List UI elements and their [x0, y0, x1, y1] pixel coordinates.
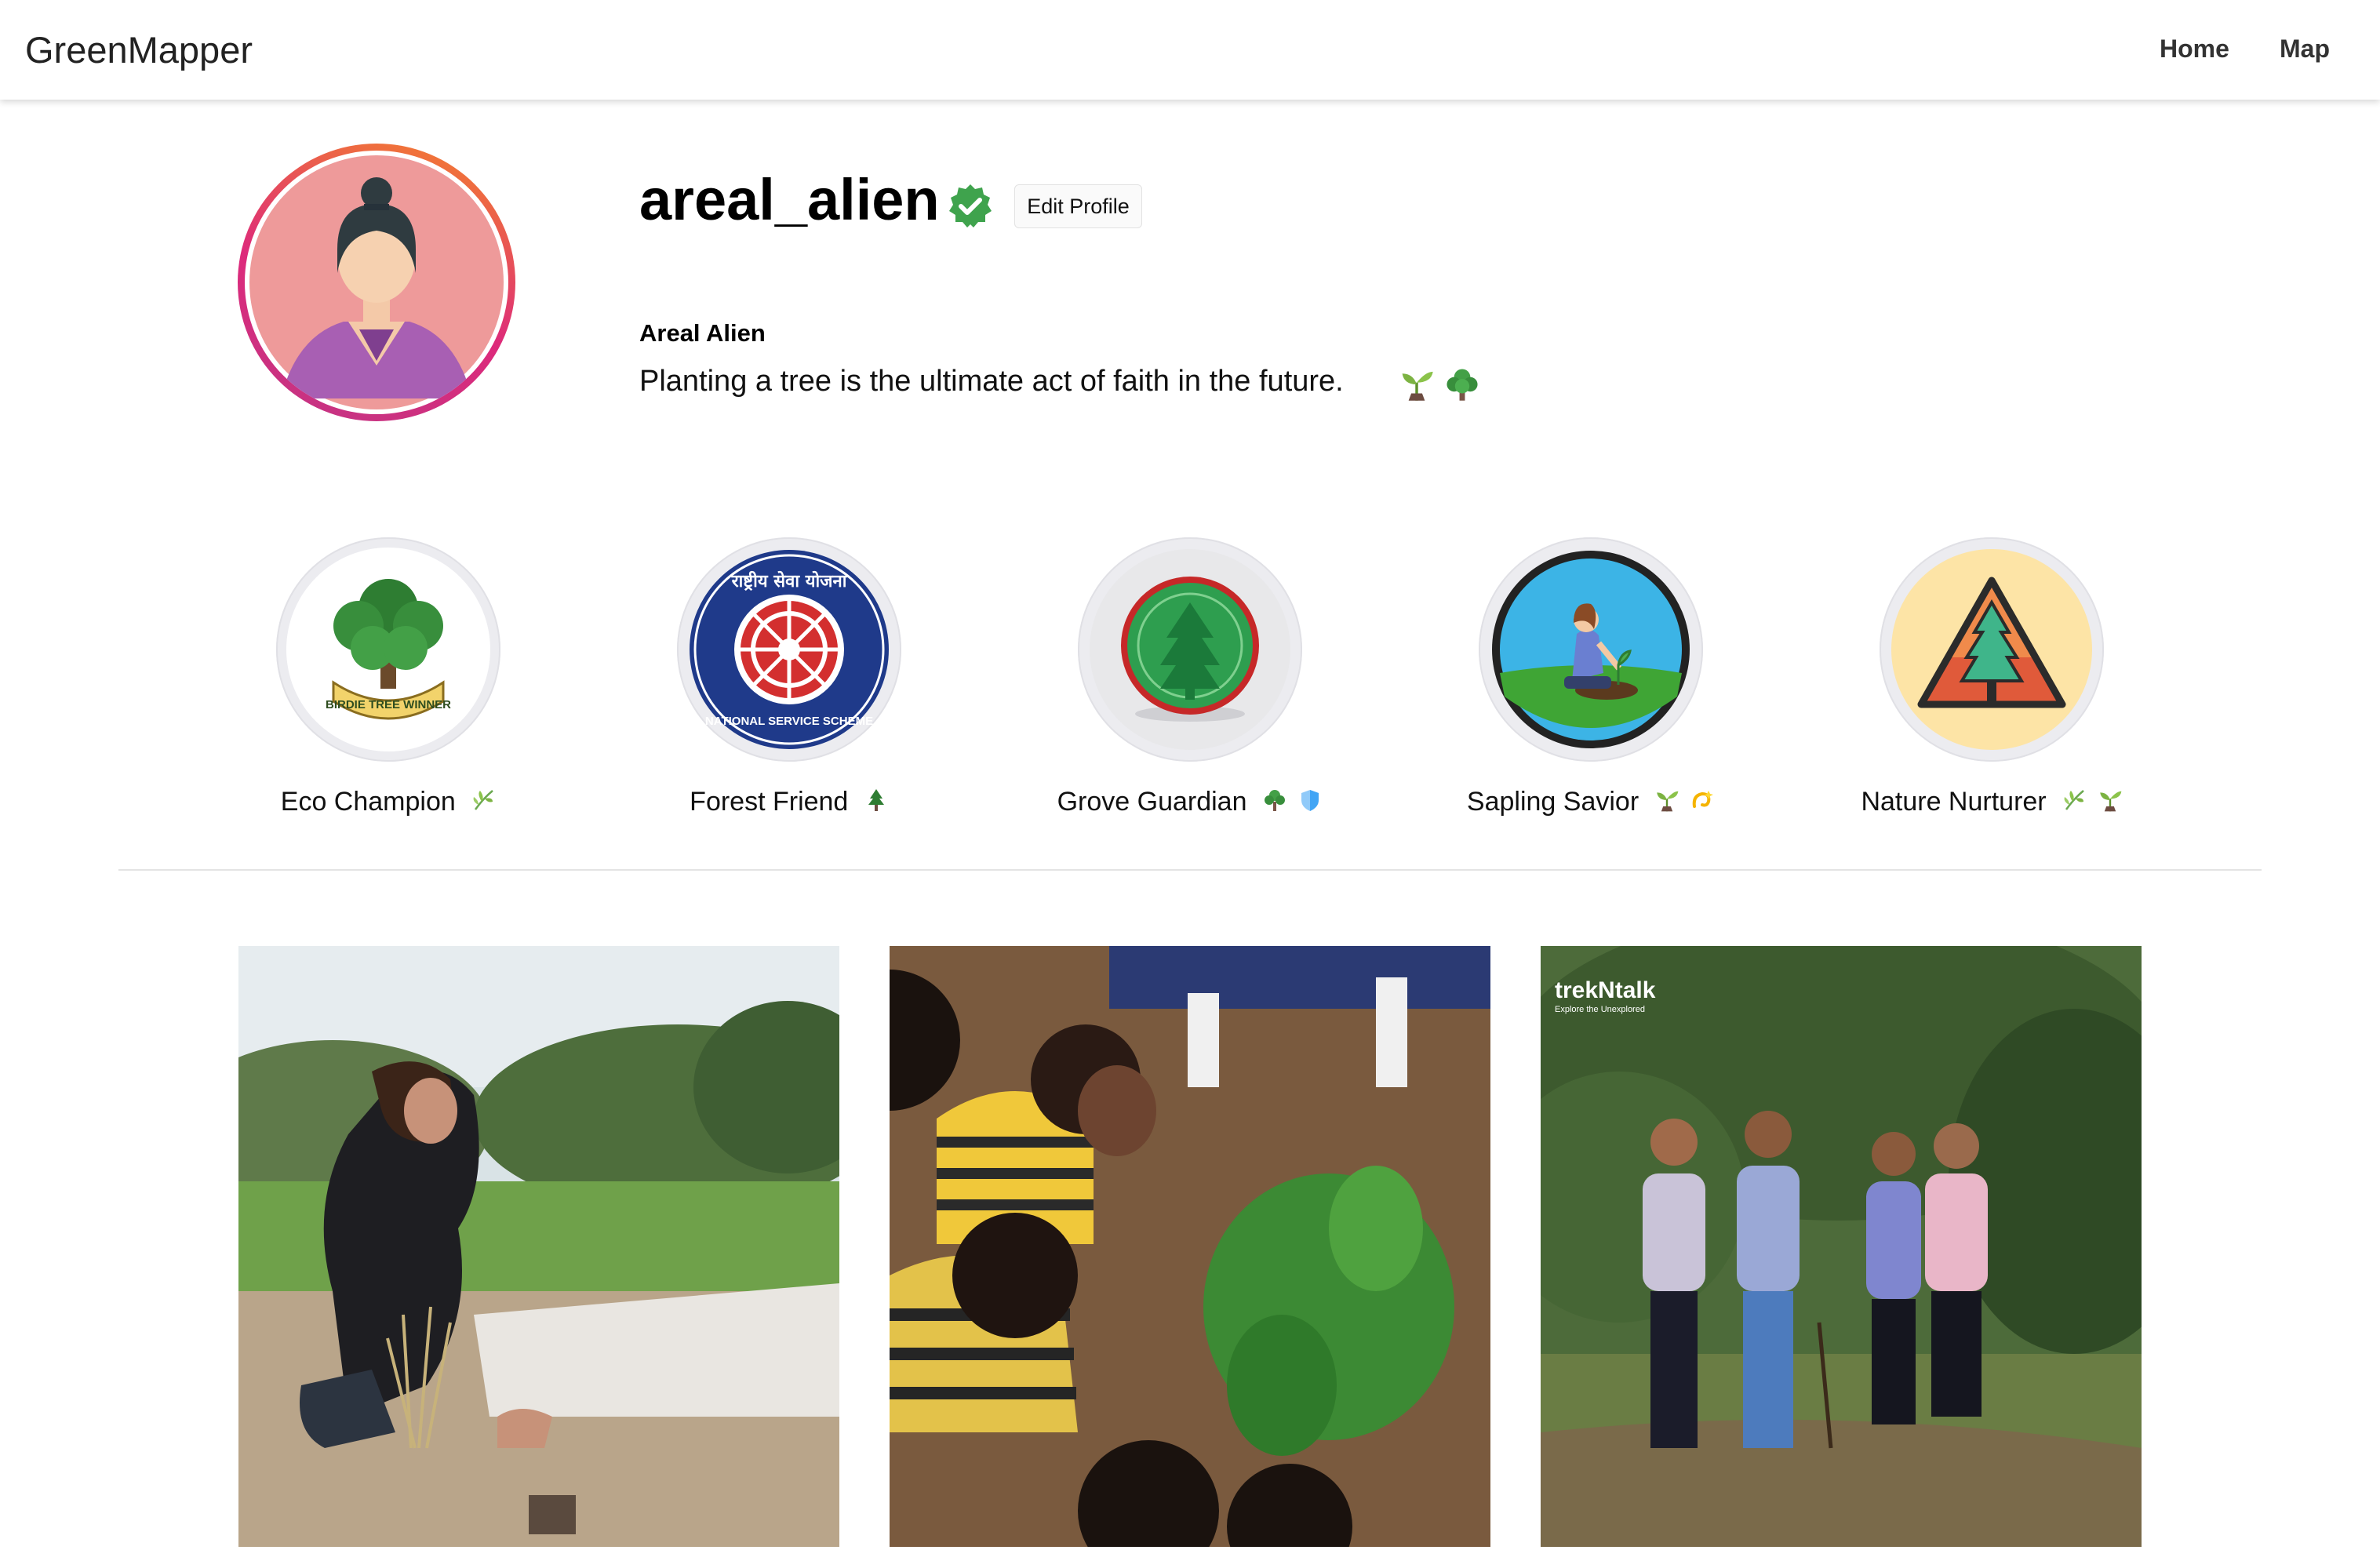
evergreen-icon [864, 788, 889, 820]
profile-display-name: Areal Alien [639, 319, 766, 347]
top-navbar: GreenMapper Home Map [0, 0, 2380, 100]
post-tile[interactable] [890, 946, 1490, 1547]
app-brand[interactable]: GreenMapper [25, 28, 253, 71]
verified-icon [947, 183, 994, 234]
badge-label-eco-champion: Eco Champion [224, 787, 553, 820]
watermark-tagline-text: Explore the Unexplored [1555, 1005, 1645, 1014]
nav-map-link[interactable]: Map [2280, 35, 2330, 64]
tree-icon [1262, 788, 1287, 820]
badge-label-sapling-savior: Sapling Savior [1426, 787, 1756, 820]
nss-hindi-text: राष्ट्रीय सेवा योजना [731, 570, 848, 591]
seedling-icon [1402, 371, 1433, 401]
section-divider [118, 869, 2262, 871]
nav-home-link[interactable]: Home [2160, 35, 2229, 64]
profile-bio: Planting a tree is the ultimate act of f… [639, 365, 1344, 398]
badge-grove-guardian[interactable] [1078, 537, 1302, 762]
badge-forest-friend[interactable]: राष्ट्रीय सेवा योजना NATIONAL SERVICE SC… [677, 537, 901, 762]
seedling-icon [1654, 788, 1679, 820]
badge-label-nature-nurturer: Nature Nurturer [1827, 787, 2156, 820]
badge-nature-nurturer[interactable] [1880, 537, 2104, 762]
bio-icons [1399, 366, 1480, 402]
nss-english-text: NATIONAL SERVICE SCHEME [705, 715, 873, 728]
birdie-badge-text: BIRDIE TREE WINNER [326, 698, 451, 711]
herb-icon [2062, 788, 2087, 820]
avatar-image [245, 151, 508, 414]
badge-eco-champion[interactable]: BIRDIE TREE WINNER [276, 537, 500, 762]
watermark-logo-text: trekNtalk [1555, 977, 1656, 1003]
shield-icon [1297, 788, 1323, 820]
dizzy-icon [1690, 788, 1715, 820]
edit-profile-button[interactable]: Edit Profile [1014, 184, 1142, 228]
seedling-icon [2098, 788, 2123, 820]
herb-icon [471, 788, 496, 820]
tree-icon [1447, 369, 1479, 401]
profile-avatar[interactable] [238, 144, 515, 421]
badge-sapling-savior[interactable] [1479, 537, 1703, 762]
badge-label-forest-friend: Forest Friend [624, 787, 954, 820]
badge-label-grove-guardian: Grove Guardian [1025, 787, 1355, 820]
profile-username: areal_alien [639, 167, 940, 232]
post-tile[interactable] [238, 946, 839, 1547]
post-tile[interactable]: trekNtalk Explore the Unexplored [1541, 946, 2142, 1547]
